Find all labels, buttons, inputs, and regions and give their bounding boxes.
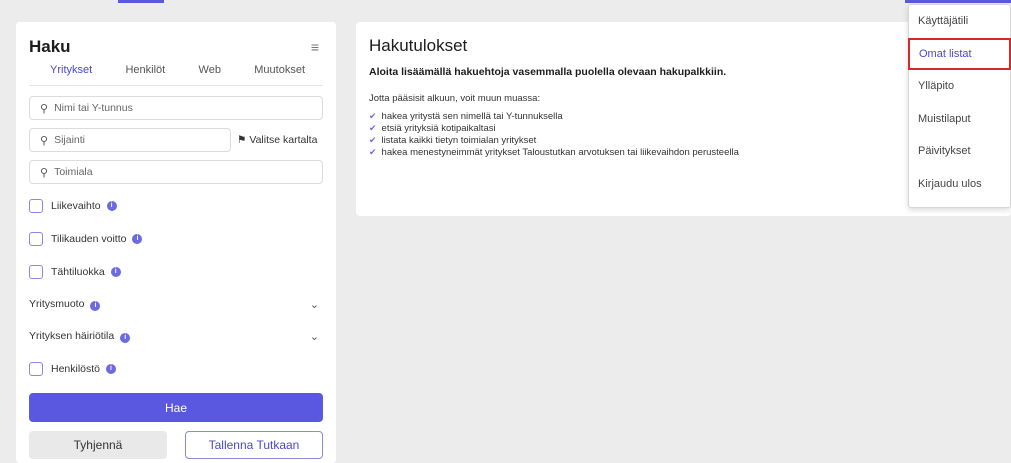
- tab-companies[interactable]: Yritykset: [50, 64, 92, 85]
- star-class-label: Tähtiluokka: [51, 266, 105, 278]
- tips-list: ✔ hakea yritystä sen nimellä tai Y-tunnuk…: [369, 110, 998, 158]
- tip-text: hakea yritystä sen nimellä tai Y-tunnuks…: [381, 110, 563, 122]
- results-intro: Jotta pääsisit alkuun, voit muun muassa:: [369, 93, 541, 104]
- menu-item-account[interactable]: Käyttäjätili: [909, 5, 1010, 38]
- revenue-label: Liikevaihto: [51, 200, 101, 212]
- chevron-down-icon: ⌄: [309, 330, 319, 343]
- filter-staff[interactable]: Henkilöstö i: [29, 358, 323, 380]
- list-item: ✔ etsiä yrityksiä kotipaikaltasi: [369, 122, 998, 134]
- tab-changes[interactable]: Muutokset: [254, 64, 305, 85]
- name-search-placeholder: Nimi tai Y-tunnus: [54, 102, 133, 114]
- check-icon: ✔: [369, 134, 377, 145]
- search-icon: ⚲: [40, 166, 49, 179]
- save-to-radar-button[interactable]: Tallenna Tutkaan: [185, 431, 323, 459]
- location-placeholder: Sijainti: [54, 134, 85, 146]
- search-icon: ⚲: [40, 134, 49, 147]
- industry-input[interactable]: ⚲ Toimiala: [29, 160, 323, 184]
- check-icon: ✔: [369, 146, 377, 157]
- hamburger-menu-icon[interactable]: ≡: [311, 39, 319, 55]
- industry-placeholder: Toimiala: [54, 166, 93, 178]
- filter-profit[interactable]: Tilikauden voitto i: [29, 228, 323, 250]
- menu-item-my-lists[interactable]: Omat listat: [908, 37, 1011, 70]
- disturbance-label: Yrityksen häiriötila: [29, 329, 115, 342]
- staff-checkbox[interactable]: [29, 362, 43, 376]
- info-icon[interactable]: i: [120, 332, 131, 343]
- profit-checkbox[interactable]: [29, 232, 43, 246]
- tip-text: hakea menestyneimmät yritykset Taloustut…: [381, 146, 739, 158]
- search-icon: ⚲: [40, 102, 49, 115]
- map-pin-icon: ⚑: [237, 134, 247, 146]
- staff-label: Henkilöstö: [51, 363, 101, 375]
- star-class-checkbox[interactable]: [29, 265, 43, 279]
- tab-persons[interactable]: Henkilöt: [125, 64, 165, 85]
- list-item: ✔ listata kaikki tietyn toimialan yrityks…: [369, 134, 998, 146]
- info-icon[interactable]: i: [132, 234, 143, 244]
- tip-text: etsiä yrityksiä kotipaikaltasi: [381, 122, 496, 134]
- search-button[interactable]: Hae: [29, 393, 323, 422]
- revenue-checkbox[interactable]: [29, 199, 43, 213]
- filter-revenue[interactable]: Liikevaihto i: [29, 195, 323, 217]
- top-accent-bar: [118, 0, 164, 3]
- location-input[interactable]: ⚲ Sijainti: [29, 128, 231, 152]
- filter-star-class[interactable]: Tähtiluokka i: [29, 261, 323, 283]
- menu-item-admin[interactable]: Ylläpito: [909, 70, 1010, 103]
- info-icon[interactable]: i: [90, 300, 101, 311]
- info-icon[interactable]: i: [110, 267, 121, 277]
- check-icon: ✔: [369, 122, 377, 133]
- search-tabs: Yritykset Henkilöt Web Muutokset: [29, 64, 323, 86]
- top-accent-bar-right: [905, 0, 1011, 3]
- clear-button[interactable]: Tyhjennä: [29, 431, 167, 459]
- profit-label: Tilikauden voitto: [51, 233, 127, 245]
- select-from-map-label: Valitse kartalta: [249, 134, 318, 146]
- list-item: ✔ hakea menestyneimmät yritykset Taloustu…: [369, 146, 998, 158]
- name-search-input[interactable]: ⚲ Nimi tai Y-tunnus: [29, 96, 323, 120]
- info-icon[interactable]: i: [106, 201, 117, 211]
- menu-item-notes[interactable]: Muistilaput: [909, 103, 1010, 136]
- select-from-map-button[interactable]: ⚑ Valitse kartalta: [237, 134, 317, 146]
- results-hint: Aloita lisäämällä hakuehtoja vasemmalla …: [369, 66, 727, 78]
- user-dropdown-menu: Käyttäjätili Omat listat Ylläpito Muisti…: [908, 4, 1011, 208]
- search-panel-header: Haku ≡: [29, 34, 323, 60]
- filter-disturbance[interactable]: Yrityksen häiriötila i ⌄: [29, 325, 323, 347]
- check-icon: ✔: [369, 110, 377, 121]
- chevron-down-icon: ⌄: [309, 298, 319, 311]
- info-icon[interactable]: i: [106, 364, 117, 374]
- results-title: Hakutulokset: [369, 36, 468, 55]
- tab-web[interactable]: Web: [199, 64, 221, 85]
- list-item: ✔ hakea yritystä sen nimellä tai Y-tunnuk…: [369, 110, 998, 122]
- menu-item-updates[interactable]: Päivitykset: [909, 135, 1010, 168]
- tip-text: listata kaikki tietyn toimialan yritykse…: [381, 134, 537, 146]
- filter-company-form[interactable]: Yritysmuoto i ⌄: [29, 293, 323, 315]
- company-form-label: Yritysmuoto: [29, 297, 85, 310]
- search-panel-title: Haku: [29, 37, 71, 56]
- menu-item-logout[interactable]: Kirjaudu ulos: [909, 168, 1010, 201]
- search-panel: Haku ≡ Yritykset Henkilöt Web Muutokset …: [16, 22, 336, 463]
